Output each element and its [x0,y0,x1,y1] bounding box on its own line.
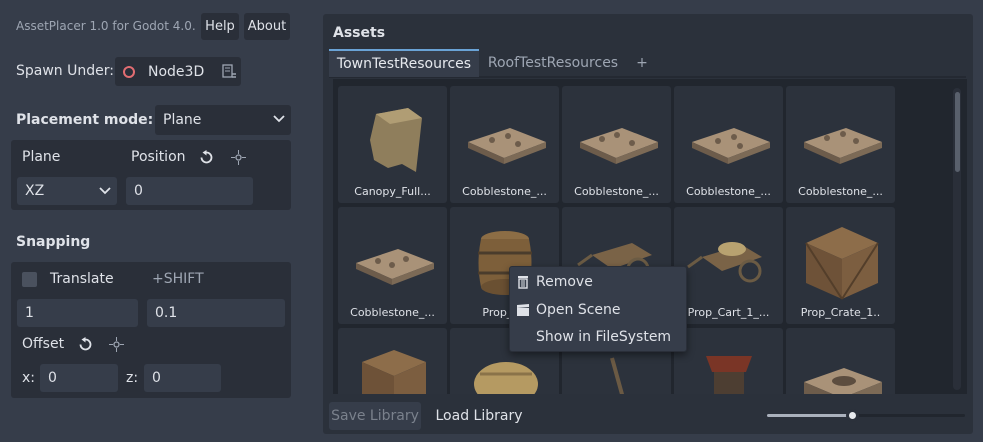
asset-caption: Cobblestone_... [798,185,883,198]
asset-caption: Cobblestone_... [350,306,435,319]
menu-item-label: Show in FileSystem [536,329,672,345]
translate-snap-field[interactable]: 1 [17,299,138,327]
chevron-down-icon [99,186,111,196]
pick-offset-icon[interactable] [109,337,124,352]
placement-mode-label: Placement mode: [16,112,154,128]
asset-caption: Cobblestone_... [574,185,659,198]
translate-label: Translate [50,271,114,287]
crate-thumbnail [362,350,426,394]
offset-label: Offset [22,336,65,352]
cobblestone-thumbnail [356,249,434,285]
reset-icon[interactable] [199,150,214,165]
position-label: Position [131,149,186,165]
tab-town-test-resources[interactable]: TownTestResources [329,49,479,77]
asset-caption: Cobblestone_... [462,185,547,198]
offset-x-field[interactable]: 0 [40,364,118,392]
asset-tile[interactable]: Canopy_Full... [338,86,447,203]
asset-caption: Cobblestone_... [686,185,771,198]
menu-item-open-scene[interactable]: Open Scene [510,297,686,323]
offset-z-label: z: [126,370,139,386]
asset-tile[interactable]: Cobblestone_... [562,86,671,203]
clapper-icon [510,303,536,317]
asset-tile[interactable]: Cobblestone_... [338,207,447,324]
position-field[interactable]: 0 [126,177,253,205]
asset-caption: Prop_Crate_1.. [800,306,881,319]
offset-z-field[interactable]: 0 [144,364,221,392]
asset-tile[interactable] [674,328,783,394]
plane-label: Plane [22,149,61,165]
cobblestone-thumbnail [580,128,658,164]
asset-tile[interactable]: Cobblestone_... [674,86,783,203]
cobblestone-thumbnail [468,128,546,164]
load-library-button[interactable]: Load Library [430,402,528,430]
cobblestone-thumbnail [804,128,882,164]
reset-icon[interactable] [78,337,93,352]
context-menu: Remove Open Scene Show in FileSystem [509,266,687,352]
asset-tile[interactable]: Prop_Crate_1.. [786,207,895,324]
zoom-slider-handle[interactable] [846,409,859,422]
assets-title: Assets [333,25,386,41]
plane-select[interactable]: XZ [17,177,117,205]
asset-tile[interactable] [786,328,895,394]
add-tab-button[interactable]: + [632,49,652,77]
asset-tile[interactable] [338,328,447,394]
placement-mode-value: Plane [163,112,202,128]
translate-checkbox[interactable] [22,272,37,287]
well-thumbnail [706,356,752,394]
menu-item-label: Remove [536,274,593,290]
tab-roof-test-resources[interactable]: RoofTestResources [481,49,625,77]
save-library-button[interactable]: Save Library [329,402,421,430]
node3d-icon [115,65,143,79]
placement-mode-select[interactable]: Plane [155,105,291,135]
spawn-node-picker[interactable]: Node3D [115,57,241,86]
grid-scrollbar-thumb[interactable] [955,92,960,172]
script-list-icon[interactable] [222,64,236,78]
app-title: AssetPlacer 1.0 for Godot 4.0. [16,19,196,33]
snapping-title: Snapping [16,234,91,250]
slab-thumbnail [804,368,882,394]
asset-tile[interactable]: Cobblestone_... [786,86,895,203]
about-button[interactable]: About [244,13,290,40]
spawn-node-name: Node3D [148,63,205,80]
canopy-thumbnail [370,108,422,172]
cobblestone-thumbnail [692,128,770,164]
asset-tile[interactable]: Cobblestone_... [450,86,559,203]
crate-thumbnail [805,227,879,300]
offset-x-label: x: [22,370,36,386]
asset-tile[interactable]: Prop_Cart_1_... [674,207,783,324]
asset-caption: Prop_Cart_1_... [687,306,770,319]
chevron-down-icon [273,114,285,124]
menu-item-show-in-filesystem[interactable]: Show in FileSystem [510,324,686,350]
cart-thumbnail [687,242,762,283]
pick-position-icon[interactable] [231,150,246,165]
zoom-slider-fill [767,414,853,417]
shift-snap-field[interactable]: 0.1 [147,299,285,327]
asset-caption: Canopy_Full... [354,185,431,198]
shift-label: +SHIFT [152,271,204,287]
menu-item-remove[interactable]: Remove [510,269,686,295]
plane-value: XZ [25,183,45,199]
help-button[interactable]: Help [201,13,239,40]
spawn-under-label: Spawn Under: [16,63,114,79]
trash-icon [510,275,536,289]
menu-item-label: Open Scene [536,302,621,318]
